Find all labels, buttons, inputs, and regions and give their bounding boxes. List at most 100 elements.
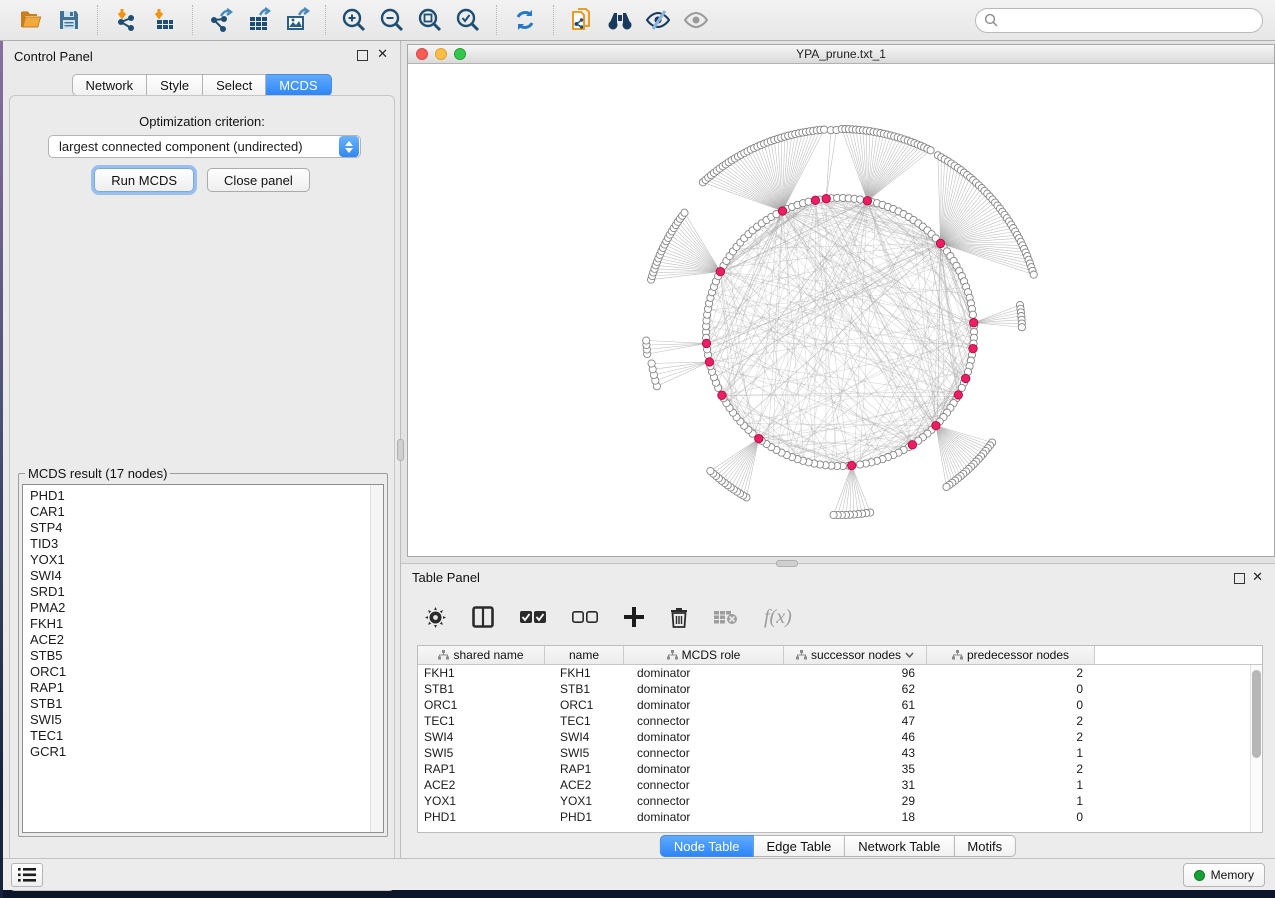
node-table[interactable]: shared name name MCDS rolesuccessor nodesp…	[417, 645, 1263, 833]
zoom-out-icon[interactable]	[377, 5, 407, 35]
mcds-panel: Optimization criterion: largest connecte…	[9, 95, 395, 891]
show-columns-icon[interactable]	[472, 606, 494, 628]
mcds-result-item[interactable]: RAP1	[30, 680, 383, 696]
search-network-icon[interactable]	[605, 5, 635, 35]
mcds-result-item[interactable]: PHD1	[30, 488, 383, 504]
unselect-all-icon[interactable]	[572, 610, 598, 624]
settings-gear-icon[interactable]	[425, 607, 446, 628]
search-input[interactable]	[1003, 13, 1254, 27]
table-row[interactable]: PHD1PHD1dominator180	[418, 809, 1262, 825]
tab-style[interactable]: Style	[147, 74, 203, 96]
column-header-predecessor-nodes[interactable]: predecessor nodes	[927, 646, 1095, 665]
column-header-MCDS-role[interactable]: MCDS role	[624, 646, 784, 665]
mcds-list-scrollbar[interactable]	[370, 485, 383, 832]
zoom-selected-icon[interactable]	[453, 5, 483, 35]
run-mcds-button[interactable]: Run MCDS	[94, 168, 194, 192]
table-row[interactable]: STB1STB1dominator620	[418, 681, 1262, 697]
network-canvas[interactable]	[408, 64, 1274, 556]
close-table-panel-icon[interactable]: ✕	[1252, 570, 1263, 584]
zoom-in-icon[interactable]	[339, 5, 369, 35]
mcds-result-item[interactable]: ACE2	[30, 632, 383, 648]
tab-select[interactable]: Select	[203, 74, 266, 96]
mcds-result-item[interactable]: TID3	[30, 536, 383, 552]
table-scrollbar[interactable]	[1250, 665, 1262, 833]
table-cell: RAP1	[418, 762, 545, 776]
tab-edge-table[interactable]: Edge Table	[753, 835, 845, 857]
table-row[interactable]: FKH1FKH1dominator962	[418, 665, 1262, 681]
table-row[interactable]: ORC1ORC1dominator610	[418, 697, 1262, 713]
mcds-result-item[interactable]: CAR1	[30, 504, 383, 520]
vertical-splitter-handle[interactable]	[397, 439, 404, 461]
refresh-icon[interactable]	[510, 5, 540, 35]
memory-button[interactable]: Memory	[1183, 863, 1265, 887]
network-window-title: YPA_prune.txt_1	[408, 47, 1274, 61]
mcds-result-item[interactable]: SWI4	[30, 568, 383, 584]
add-column-icon[interactable]	[624, 607, 644, 627]
table-row[interactable]: TEC1TEC1connector472	[418, 713, 1262, 729]
close-panel-button[interactable]: Close panel	[207, 168, 310, 192]
mcds-result-item[interactable]: FKH1	[30, 616, 383, 632]
network-region: YPA_prune.txt_1 Table Panel ✕	[401, 41, 1275, 858]
mcds-result-item[interactable]: TEC1	[30, 728, 383, 744]
table-row[interactable]: RAP1RAP1dominator352	[418, 761, 1262, 777]
open-file-icon[interactable]	[16, 5, 46, 35]
horizontal-splitter-handle[interactable]	[776, 560, 798, 567]
column-label: name	[569, 648, 599, 662]
tab-motifs[interactable]: Motifs	[954, 835, 1016, 857]
network-search-field[interactable]	[975, 8, 1263, 33]
close-panel-icon[interactable]: ✕	[377, 47, 388, 61]
mcds-result-item[interactable]: YOX1	[30, 552, 383, 568]
mcds-result-item[interactable]: SRD1	[30, 584, 383, 600]
float-panel-icon[interactable]	[357, 50, 368, 61]
clone-network-icon[interactable]	[567, 5, 597, 35]
tab-network-table[interactable]: Network Table	[845, 835, 954, 857]
select-all-icon[interactable]	[520, 610, 546, 624]
zoom-fit-icon[interactable]	[415, 5, 445, 35]
column-header-successor-nodes[interactable]: successor nodes	[784, 646, 927, 665]
export-table-icon[interactable]	[244, 5, 274, 35]
mcds-result-item[interactable]: GCR1	[30, 744, 383, 760]
tab-node-table[interactable]: Node Table	[660, 835, 754, 857]
sort-desc-icon	[905, 652, 914, 658]
table-row[interactable]: ACE2ACE2connector311	[418, 777, 1262, 793]
import-network-icon[interactable]	[111, 5, 141, 35]
toolbar-separator	[97, 5, 98, 35]
table-cell: PHD1	[545, 810, 624, 824]
mcds-result-item[interactable]: STP4	[30, 520, 383, 536]
float-table-panel-icon[interactable]	[1234, 573, 1245, 584]
optimization-criterion-select[interactable]: largest connected component (undirected)	[48, 135, 361, 158]
mcds-result-item[interactable]: STB1	[30, 696, 383, 712]
table-cell: dominator	[624, 730, 784, 744]
table-cell: STB1	[418, 682, 545, 696]
show-eye-icon[interactable]	[681, 5, 711, 35]
mcds-result-item[interactable]: ORC1	[30, 664, 383, 680]
table-cell: 0	[927, 810, 1095, 824]
table-cell: TEC1	[418, 714, 545, 728]
mcds-result-list[interactable]: PHD1CAR1STP4TID3YOX1SWI4SRD1PMA2FKH1ACE2…	[22, 484, 384, 833]
task-history-button[interactable]	[11, 863, 43, 887]
tab-network[interactable]: Network	[71, 74, 147, 96]
table-cell: RAP1	[545, 762, 624, 776]
table-cell: FKH1	[545, 666, 624, 680]
export-image-icon[interactable]	[282, 5, 312, 35]
network-window-titlebar[interactable]: YPA_prune.txt_1	[408, 45, 1274, 64]
delete-column-icon[interactable]	[670, 607, 688, 628]
table-row[interactable]: SWI4SWI4dominator462	[418, 729, 1262, 745]
table-cell: connector	[624, 794, 784, 808]
import-table-icon[interactable]	[149, 5, 179, 35]
column-header-shared-name[interactable]: shared name	[418, 646, 545, 665]
tab-mcds[interactable]: MCDS	[266, 74, 331, 96]
table-scrollbar-thumb[interactable]	[1252, 670, 1261, 758]
table-cell: dominator	[624, 682, 784, 696]
mcds-result-item[interactable]: STB5	[30, 648, 383, 664]
save-session-icon[interactable]	[54, 5, 84, 35]
column-header-name[interactable]: name	[545, 646, 624, 665]
mcds-result-item[interactable]: SWI5	[30, 712, 383, 728]
table-row[interactable]: SWI5SWI5connector431	[418, 745, 1262, 761]
table-cell: SWI5	[418, 746, 545, 760]
hide-eye-icon[interactable]	[643, 5, 673, 35]
table-cell: 43	[784, 746, 927, 760]
table-row[interactable]: YOX1YOX1connector291	[418, 793, 1262, 809]
mcds-result-item[interactable]: PMA2	[30, 600, 383, 616]
export-network-icon[interactable]	[206, 5, 236, 35]
